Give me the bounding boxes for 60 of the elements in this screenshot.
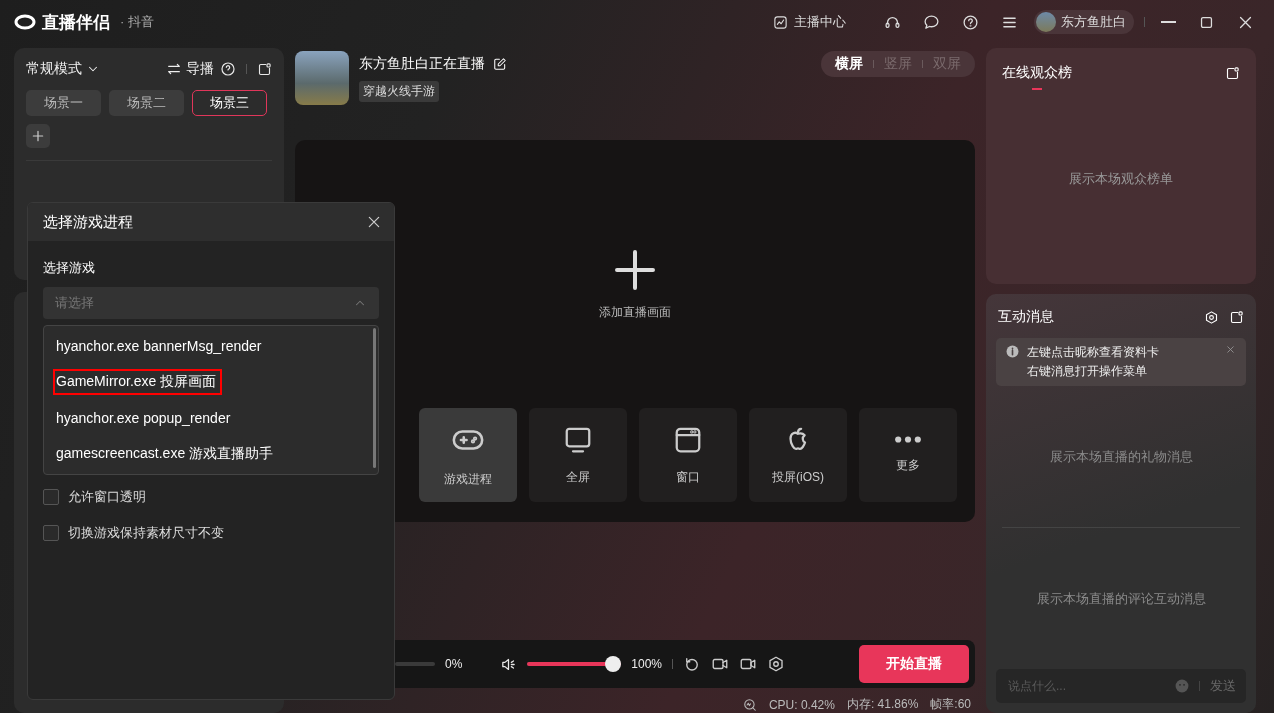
scene-tab[interactable]: 场景一 bbox=[26, 90, 101, 116]
popout-icon[interactable] bbox=[1229, 309, 1244, 325]
source-tile[interactable]: 窗口 bbox=[639, 408, 737, 502]
frame-rate: 帧率:60 bbox=[930, 696, 971, 713]
empty-text: 展示本场直播的礼物消息 bbox=[1049, 447, 1193, 466]
panel-title: 互动消息 bbox=[998, 308, 1054, 326]
field-label: 选择游戏 bbox=[43, 259, 96, 277]
scene-tab[interactable]: 场景三 bbox=[192, 90, 267, 116]
app-name: 直播伴侣 bbox=[42, 11, 110, 34]
plus-icon[interactable] bbox=[613, 248, 657, 292]
scene-tab[interactable]: 场景二 bbox=[109, 90, 184, 116]
plus-icon bbox=[30, 128, 46, 144]
more-icon bbox=[894, 436, 922, 443]
stream-title: 东方鱼肚白正在直播 bbox=[359, 55, 485, 73]
tip-text: 左键点击昵称查看资料卡 bbox=[1027, 344, 1160, 361]
user-chip[interactable]: 东方鱼肚白 bbox=[1034, 10, 1134, 34]
game-option[interactable]: hyanchor.exe bannerMsg_render bbox=[44, 328, 378, 364]
source-tile[interactable]: 投屏(iOS) bbox=[749, 408, 847, 502]
popout-icon[interactable] bbox=[1225, 65, 1240, 81]
source-tile[interactable]: 游戏进程 bbox=[419, 408, 517, 502]
source-tile[interactable]: 更多 bbox=[859, 408, 957, 502]
cpu-usage: CPU: 0.42% bbox=[768, 697, 835, 712]
checkbox-label: 允许窗口透明 bbox=[68, 488, 146, 506]
platform-label: · 抖音 bbox=[120, 13, 154, 31]
category-tag: 穿越火线手游 bbox=[359, 81, 439, 102]
director-button[interactable]: 导播 bbox=[166, 60, 214, 78]
mic-volume-reading: 0% bbox=[445, 657, 463, 671]
add-source-label: 添加直播画面 bbox=[599, 304, 671, 321]
speaker-volume-slider[interactable] bbox=[527, 656, 622, 672]
checkbox[interactable] bbox=[43, 525, 59, 541]
tip-text: 右键消息打开操作菜单 bbox=[1027, 363, 1148, 380]
popout-icon[interactable] bbox=[257, 61, 272, 77]
add-scene-button[interactable] bbox=[26, 124, 50, 148]
panel-title: 在线观众榜 bbox=[1002, 64, 1072, 82]
dialog-title: 选择游戏进程 bbox=[43, 212, 133, 232]
empty-text: 展示本场观众榜单 bbox=[1068, 170, 1174, 188]
empty-text: 展示本场直播的评论互动消息 bbox=[1036, 589, 1206, 608]
source-tile[interactable]: 全屏 bbox=[529, 408, 627, 502]
checkbox[interactable] bbox=[43, 489, 59, 505]
mode-dropdown[interactable]: 常规模式 bbox=[26, 60, 100, 78]
mic-volume-slider[interactable] bbox=[395, 662, 435, 666]
help-icon[interactable] bbox=[220, 61, 236, 77]
cover-placeholder bbox=[295, 51, 349, 105]
swap-icon bbox=[166, 61, 182, 77]
orientation-tab[interactable]: 横屏 bbox=[833, 55, 865, 73]
avatar-placeholder bbox=[1036, 12, 1056, 32]
logo-icon bbox=[14, 14, 36, 30]
settings-icon[interactable] bbox=[1204, 309, 1219, 325]
edit-icon[interactable] bbox=[493, 57, 507, 71]
game-option[interactable]: GameMirror.exe 投屏画面 bbox=[44, 364, 378, 400]
chart-icon bbox=[773, 14, 788, 30]
start-live-button[interactable]: 开始直播 bbox=[859, 645, 969, 683]
performance-icon bbox=[742, 697, 757, 712]
game-option[interactable]: gamescreencast.exe 游戏直播助手 bbox=[44, 436, 378, 472]
memory-usage: 内存: 41.86% bbox=[846, 696, 919, 713]
creator-center-button[interactable]: 主播中心 bbox=[769, 9, 850, 35]
checkbox-label: 切换游戏保持素材尺寸不变 bbox=[68, 524, 224, 542]
speaker-volume-reading: 100% bbox=[631, 657, 663, 671]
game-option[interactable]: hyanchor.exe popup_render bbox=[44, 400, 378, 436]
info-icon bbox=[1006, 345, 1019, 358]
